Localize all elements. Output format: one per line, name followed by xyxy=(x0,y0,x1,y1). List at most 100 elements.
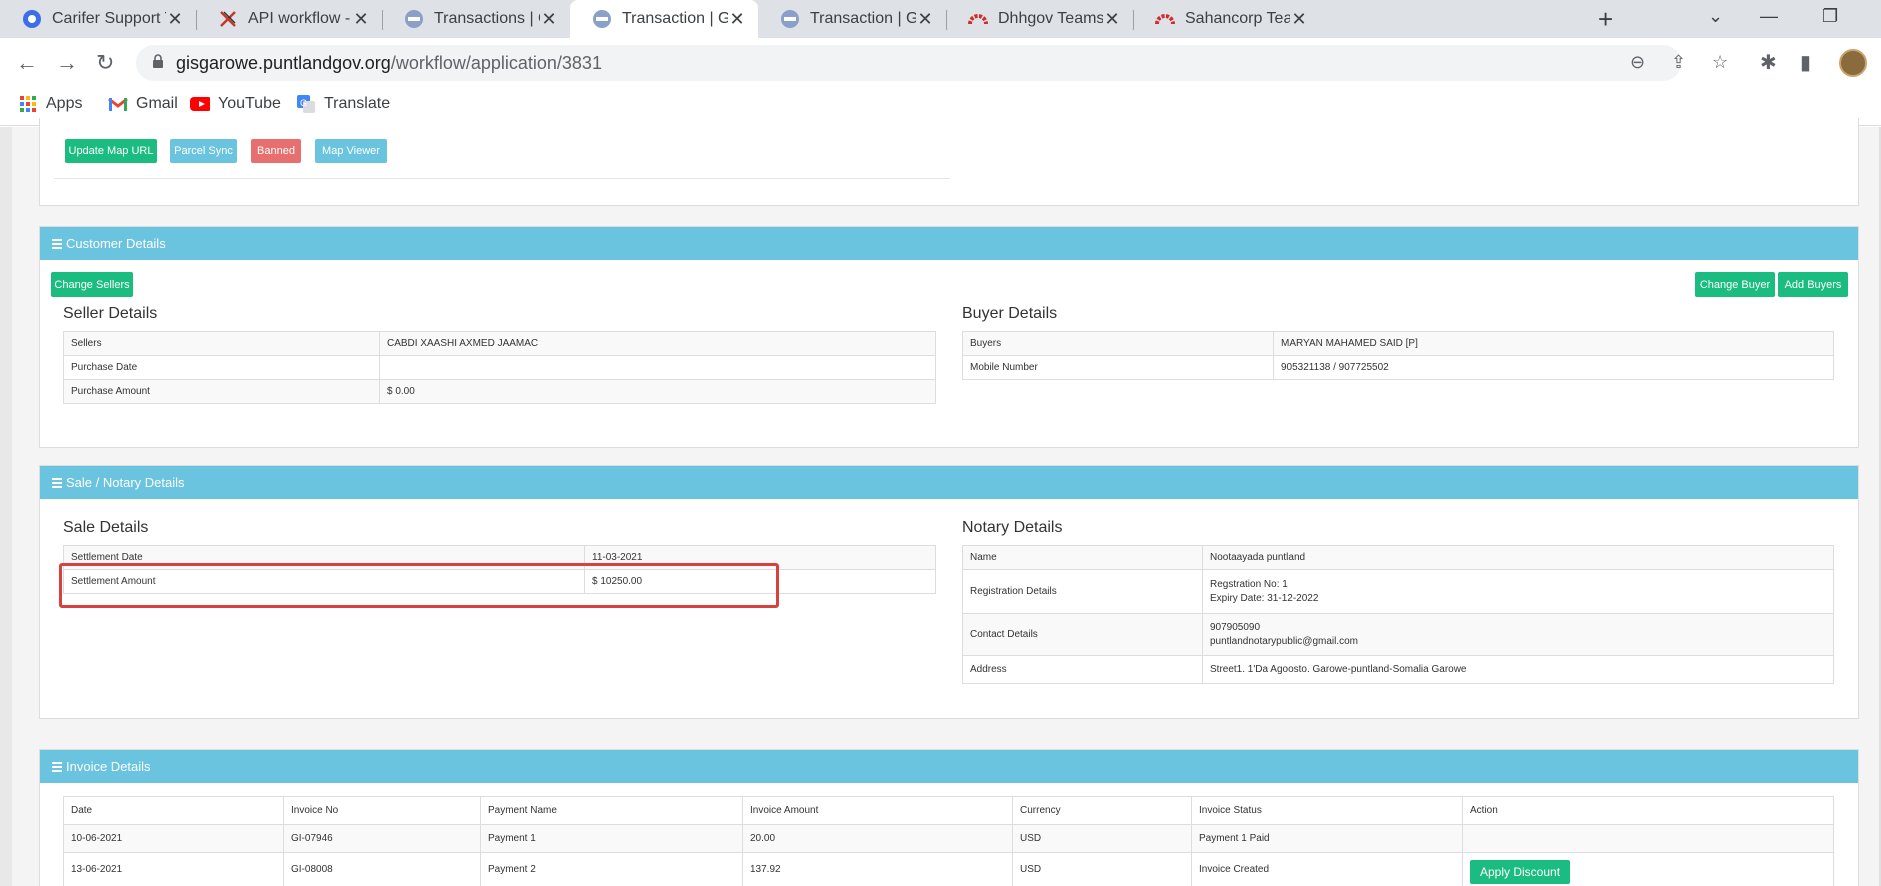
row-label: Buyers xyxy=(962,331,1274,356)
table-row: 10-06-2021 GI-07946 Payment 1 20.00 USD Payme… xyxy=(63,824,1834,853)
invoice-date-cell: 10-06-2021 xyxy=(63,824,284,853)
seller-details-table: Sellers CABDI XAASHI AXMED JAAMAC Purchase… xyxy=(63,331,936,404)
row-value-line: Regstration No: 1 xyxy=(1210,578,1288,590)
invoice-status-cell: Invoice Created xyxy=(1191,852,1463,886)
new-tab-button[interactable]: + xyxy=(1598,4,1613,35)
close-icon[interactable]: ✕ xyxy=(916,9,934,30)
table-row: Sellers CABDI XAASHI AXMED JAAMAC xyxy=(63,331,936,356)
invoice-no-cell: GI-07946 xyxy=(283,824,481,853)
url-text[interactable]: gisgarowe.puntlandgov.org/workflow/appli… xyxy=(176,53,602,74)
change-buyer-button[interactable]: Change Buyer xyxy=(1695,272,1775,297)
change-sellers-button[interactable]: Change Sellers xyxy=(51,272,133,297)
table-row: 13-06-2021 GI-08008 Payment 2 137.92 USD Invo… xyxy=(63,852,1834,886)
update-map-url-button[interactable]: Update Map URL xyxy=(65,139,157,163)
bookmark-item[interactable]: Apps xyxy=(18,94,82,114)
bookmark-label: Apps xyxy=(46,95,83,112)
row-value-line: puntlandnotarypublic@gmail.com xyxy=(1210,635,1359,647)
bookmark-item[interactable]: YouTube xyxy=(190,94,281,114)
zoom-icon[interactable]: ⊖ xyxy=(1630,52,1645,73)
list-icon xyxy=(52,239,62,249)
table-row: Buyers MARYAN MAHAMED SAID [P] xyxy=(962,331,1834,356)
tab-title: Carifer Support Team xyxy=(52,10,166,27)
row-value: 905321138 / 907725502 xyxy=(1273,355,1834,380)
buyer-details-table: Buyers MARYAN MAHAMED SAID [P] Mobile Numb… xyxy=(962,331,1834,380)
row-value: CABDI XAASHI AXMED JAAMAC xyxy=(379,331,936,356)
row-value: MARYAN MAHAMED SAID [P] xyxy=(1273,331,1834,356)
browser-tab[interactable]: Sahancorp Teams Por✕ xyxy=(1133,0,1320,38)
bookmark-item[interactable]: Gmail xyxy=(108,94,178,114)
row-label: Purchase Date xyxy=(63,355,380,380)
row-value: Street1. 1'Da Agoosto. Garowe-puntland-S… xyxy=(1202,655,1834,684)
invoice-details-title: Invoice Details xyxy=(66,759,151,774)
url-path: /workflow/application/3831 xyxy=(390,53,602,73)
browser-tab[interactable]: API workflow - XWiki✕ xyxy=(196,0,382,38)
row-value-line: Street1. 1'Da Agoosto. Garowe-puntland-S… xyxy=(1210,663,1467,675)
table-row: Registration Details Regstration No: 1 Exp… xyxy=(962,569,1834,614)
column-header: Action xyxy=(1462,796,1834,825)
banned-button[interactable]: Banned xyxy=(251,139,301,163)
tab-title: Transaction | GIS Porta xyxy=(622,10,728,27)
minimize-icon[interactable]: — xyxy=(1760,6,1778,27)
browser-tab[interactable]: Transactions | GIS Port✕ xyxy=(382,0,570,38)
close-icon[interactable]: ✕ xyxy=(166,9,184,30)
browser-tab[interactable]: Carifer Support Team✕ xyxy=(0,0,196,38)
map-viewer-button[interactable]: Map Viewer xyxy=(315,139,387,163)
column-header: Invoice Status xyxy=(1191,796,1463,825)
extensions-icon[interactable]: ✱ xyxy=(1760,50,1777,75)
notary-details-title: Notary Details xyxy=(962,519,1063,536)
bookmark-item[interactable]: G Translate xyxy=(296,94,390,114)
row-label: Purchase Amount xyxy=(63,379,380,404)
apply-discount-button[interactable]: Apply Discount xyxy=(1470,859,1571,884)
tab-title: Dhhgov Teams Portal xyxy=(998,10,1103,27)
row-value: 907905090 puntlandnotarypublic@gmail.com xyxy=(1202,613,1834,656)
invoice-name-cell: Payment 2 xyxy=(480,852,743,886)
share-icon[interactable]: ⇪ xyxy=(1671,52,1686,73)
tab-search-icon[interactable]: ⌄ xyxy=(1708,6,1723,27)
parcel-sync-button[interactable]: Parcel Sync xyxy=(170,139,237,163)
table-row: Name Nootaayada puntland xyxy=(962,545,1834,570)
back-icon[interactable]: ← xyxy=(16,50,38,76)
restore-icon[interactable]: ❐ xyxy=(1822,6,1838,27)
invoice-amount-cell: 20.00 xyxy=(742,824,1013,853)
close-icon[interactable]: ✕ xyxy=(1103,9,1121,30)
browser-tab[interactable]: Transaction | GIS Porta✕ xyxy=(570,0,758,38)
customer-details-title: Customer Details xyxy=(66,236,166,251)
bookmark-label: Gmail xyxy=(136,95,178,112)
notary-details-table: Name Nootaayada puntland Registration Deta… xyxy=(962,545,1834,684)
teams-portal-icon xyxy=(968,9,988,29)
tab-title: Sahancorp Teams Por xyxy=(1185,10,1290,27)
list-icon xyxy=(52,478,62,488)
close-icon[interactable]: ✕ xyxy=(1290,9,1308,30)
customer-details-header: Customer Details xyxy=(40,227,1858,260)
xwiki-icon xyxy=(218,9,238,29)
invoice-currency-cell: USD xyxy=(1012,824,1192,853)
add-buyers-button[interactable]: Add Buyers xyxy=(1778,272,1848,297)
forward-icon[interactable]: → xyxy=(56,50,78,76)
close-icon[interactable]: ✕ xyxy=(352,9,370,30)
browser-tab[interactable]: Transaction | GIS Porta✕ xyxy=(758,0,946,38)
tab-separator xyxy=(196,10,197,30)
table-row: Purchase Date xyxy=(63,355,936,380)
row-value: Regstration No: 1 Expiry Date: 31-12-2022 xyxy=(1202,569,1834,614)
profile-avatar[interactable] xyxy=(1839,49,1867,77)
close-icon[interactable]: ✕ xyxy=(540,9,558,30)
teams-portal-icon xyxy=(1155,9,1175,29)
column-header: Date xyxy=(63,796,284,825)
table-row: Purchase Amount $ 0.00 xyxy=(63,379,936,404)
bookmark-label: YouTube xyxy=(218,95,281,112)
side-panel-icon[interactable]: ▮ xyxy=(1800,50,1811,75)
buyer-details-title: Buyer Details xyxy=(962,305,1058,322)
youtube-icon xyxy=(190,94,210,114)
invoice-action-cell xyxy=(1462,824,1834,853)
bookmark-star-icon[interactable]: ☆ xyxy=(1712,52,1728,73)
lock-icon xyxy=(153,54,163,68)
column-header: Currency xyxy=(1012,796,1192,825)
reload-icon[interactable]: ↻ xyxy=(96,50,114,76)
close-icon[interactable]: ✕ xyxy=(728,9,746,30)
row-value-line: 907905090 xyxy=(1210,621,1261,633)
invoice-date-cell: 13-06-2021 xyxy=(63,852,284,886)
row-value: $ 0.00 xyxy=(379,379,936,404)
tab-title: Transactions | GIS Port xyxy=(434,10,540,27)
browser-tab[interactable]: Dhhgov Teams Portal✕ xyxy=(946,0,1133,38)
row-label: Sellers xyxy=(63,331,380,356)
